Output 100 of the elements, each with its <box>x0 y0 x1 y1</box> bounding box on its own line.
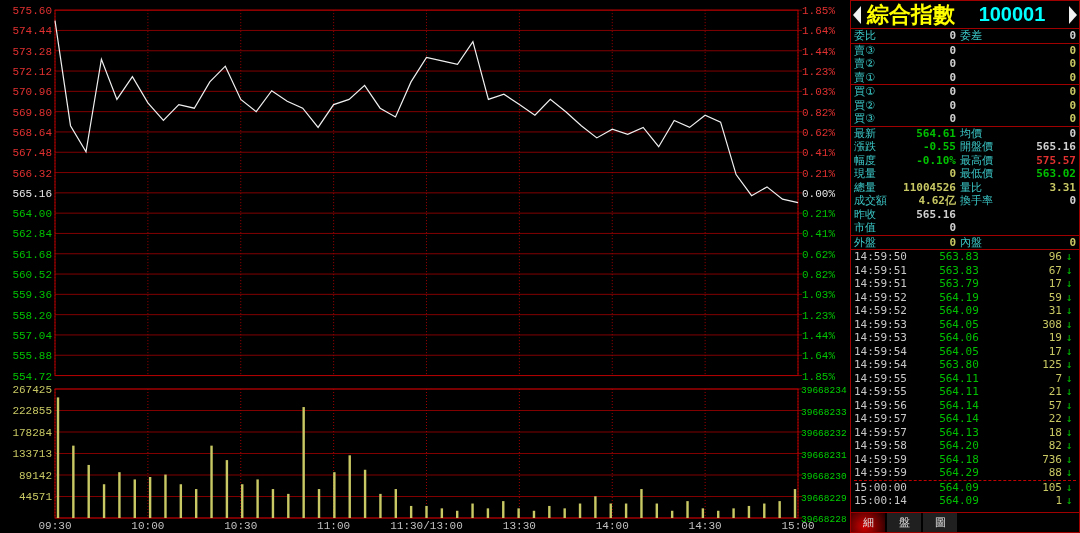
tab[interactable]: 細 <box>851 513 885 532</box>
trade-price: 564.14 <box>938 412 980 426</box>
down-arrow-icon: ↓ <box>1062 412 1076 426</box>
field-value: 0 <box>1069 126 1076 140</box>
volume-bar <box>195 489 198 518</box>
volume-bar <box>256 479 259 518</box>
axis-label: 562.84 <box>12 228 52 241</box>
volume-bar <box>717 510 720 518</box>
trade-price: 564.09 <box>938 480 980 494</box>
volume-bar <box>440 508 444 518</box>
volume-bar <box>763 503 766 518</box>
axis-label: 0.82% <box>802 269 835 282</box>
trade-price: 564.29 <box>938 466 980 480</box>
trade-price: 563.83 <box>938 250 980 264</box>
field-value: 575.57 <box>1036 153 1076 167</box>
trade-volume: 96 <box>1047 250 1062 264</box>
trade-volume: 308 <box>1041 317 1062 331</box>
field-value: 0 <box>1069 235 1076 249</box>
field-value: 11004526 <box>903 180 956 194</box>
volume-bar <box>686 501 689 518</box>
axis-label: 1.23% <box>802 66 835 79</box>
field-label: 量比 <box>959 180 983 194</box>
field-value: 0 <box>1069 57 1076 71</box>
down-arrow-icon: ↓ <box>1062 494 1076 508</box>
volume-bar <box>271 489 275 518</box>
trade-volume: 82 <box>1047 439 1062 453</box>
volume-bar <box>640 489 643 518</box>
field-value: 563.02 <box>1036 167 1076 181</box>
volume-bar <box>241 484 244 518</box>
trade-time: 14:59:55 <box>854 385 908 399</box>
down-arrow-icon: ↓ <box>1062 263 1076 277</box>
right-triangle-icon[interactable] <box>1069 5 1077 24</box>
trade-time: 14:59:53 <box>854 317 908 331</box>
volume-bar <box>287 493 290 518</box>
axis-label: 566.32 <box>12 167 52 180</box>
field-value: 3.31 <box>1049 180 1076 194</box>
time-label: 14:30 <box>688 520 722 532</box>
trade-price: 563.83 <box>938 263 980 277</box>
left-triangle-icon[interactable] <box>853 5 861 24</box>
axis-label: 1.23% <box>802 309 835 322</box>
down-arrow-icon: ↓ <box>1062 371 1076 385</box>
index-name: 綜合指數 <box>867 1 955 28</box>
trade-volume: 31 <box>1047 304 1062 318</box>
field-value: 0 <box>1069 112 1076 126</box>
trade-time: 14:59:50 <box>854 250 908 264</box>
axis-label: 1.85% <box>802 370 835 383</box>
axis-label: 573.28 <box>12 45 52 58</box>
trade-time: 14:59:52 <box>854 304 908 318</box>
field-value: 564.61 <box>916 126 956 140</box>
volume-bar <box>148 477 152 518</box>
volume-bar <box>118 472 121 518</box>
time-label: 11:30/13:00 <box>390 520 463 532</box>
field-label: 成交額 <box>854 194 888 208</box>
tab[interactable]: 圖 <box>923 513 957 532</box>
field-label: 內盤 <box>959 235 983 249</box>
trade-volume: 67 <box>1047 263 1062 277</box>
axis-label: 554.72 <box>12 370 52 383</box>
down-arrow-icon: ↓ <box>1062 290 1076 304</box>
axis-label: 1.44% <box>802 329 835 342</box>
trade-volume: 22 <box>1047 412 1062 426</box>
axis-label: 0.21% <box>802 167 835 180</box>
down-arrow-icon: ↓ <box>1062 317 1076 331</box>
volume-bar <box>471 503 474 518</box>
volume-bar <box>701 508 705 518</box>
trade-volume: 17 <box>1047 344 1062 358</box>
trade-price: 564.09 <box>938 494 980 508</box>
trade-time: 14:59:59 <box>854 452 908 466</box>
axis-label: 568.64 <box>12 126 52 139</box>
axis-label: 559.36 <box>12 289 52 302</box>
time-label: 13:30 <box>502 520 536 532</box>
field-label: 均價 <box>959 126 983 140</box>
field-value: 0 <box>1069 70 1076 84</box>
tab[interactable]: 盤 <box>887 513 921 532</box>
field-value: -0.10% <box>916 153 956 167</box>
axis-label: 560.52 <box>12 269 52 282</box>
field-label: 昨收 <box>854 207 877 221</box>
trade-price: 564.06 <box>938 331 980 345</box>
axis-label: 0.00% <box>802 187 835 200</box>
volume-bar <box>517 508 520 518</box>
trade-time: 14:59:58 <box>854 439 908 453</box>
field-value: 0 <box>1069 43 1076 57</box>
axis-label: 39668230 <box>801 471 847 482</box>
axis-label: 569.80 <box>12 106 52 119</box>
field-value: -0.55 <box>922 140 956 154</box>
axis-label: 567.48 <box>12 147 52 160</box>
axis-label: 0.62% <box>802 248 835 261</box>
volume-bar <box>164 474 167 518</box>
axis-label: 267425 <box>12 386 52 396</box>
volume-bar <box>486 508 490 518</box>
field-value: 0 <box>949 98 956 112</box>
volume-bar <box>532 510 536 518</box>
trade-volume: 1 <box>1054 494 1062 508</box>
volume-bar <box>670 510 674 518</box>
field-label: 市值 <box>854 221 877 235</box>
trade-price: 564.14 <box>938 398 980 412</box>
volume-bar <box>425 505 428 518</box>
axis-label: 39668234 <box>801 386 847 396</box>
trade-volume: 736 <box>1041 452 1062 466</box>
volume-bar <box>456 510 459 518</box>
axis-label: 557.04 <box>12 329 52 342</box>
